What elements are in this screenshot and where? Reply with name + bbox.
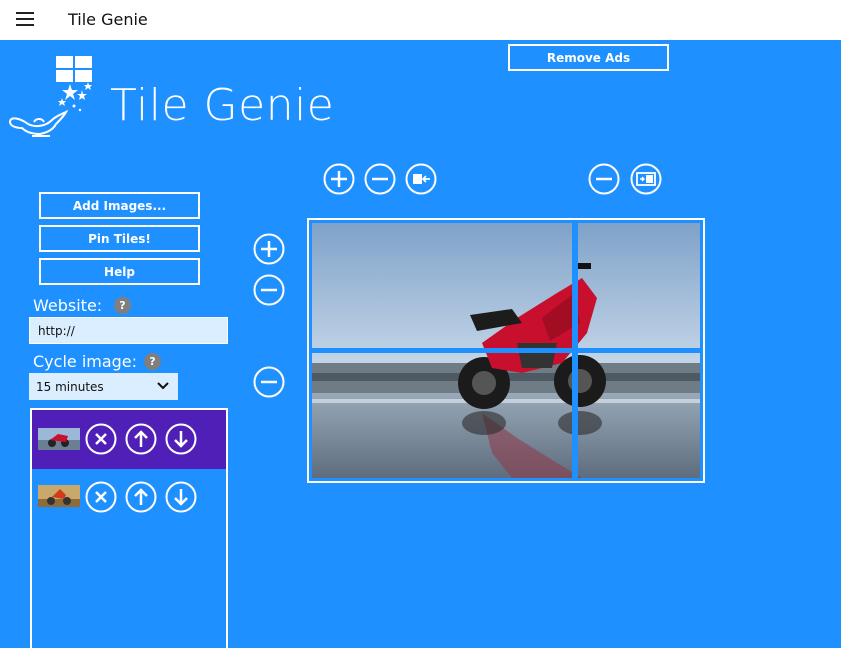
minus-circle-icon xyxy=(588,163,620,195)
expand-right-icon xyxy=(630,163,662,195)
pin-tiles-button[interactable]: Pin Tiles! xyxy=(39,225,200,252)
cycle-interval-value: 15 minutes xyxy=(36,379,104,394)
move-down-button[interactable] xyxy=(165,423,197,455)
delete-image-button[interactable] xyxy=(85,423,117,455)
tile-preview[interactable] xyxy=(307,218,705,483)
minus-circle-icon xyxy=(253,366,285,398)
x-circle-icon xyxy=(85,423,117,455)
add-images-button[interactable]: Add Images... xyxy=(39,192,200,219)
image-list[interactable] xyxy=(30,408,228,648)
chevron-down-icon xyxy=(157,382,169,390)
move-up-button[interactable] xyxy=(125,481,157,513)
hamburger-menu-icon[interactable] xyxy=(16,12,34,26)
shrink-left-icon xyxy=(405,163,437,195)
website-input[interactable] xyxy=(29,317,228,344)
remove-ads-button[interactable]: Remove Ads xyxy=(508,44,669,71)
shrink-left-button[interactable] xyxy=(405,163,437,195)
move-up-button[interactable] xyxy=(125,423,157,455)
remove-column-button[interactable] xyxy=(364,163,396,195)
list-item[interactable] xyxy=(32,469,226,528)
motorcycle-thumbnail xyxy=(38,428,80,450)
window-title: Tile Genie xyxy=(68,10,148,29)
plus-circle-icon xyxy=(323,163,355,195)
add-row-button[interactable] xyxy=(253,233,285,265)
title-bar: Tile Genie xyxy=(0,0,841,40)
website-label: Website: xyxy=(33,296,103,315)
x-circle-icon xyxy=(85,481,117,513)
motocross-thumbnail xyxy=(38,485,80,507)
tile-divider-horizontal[interactable] xyxy=(312,348,700,353)
arrow-down-circle-icon xyxy=(165,481,197,513)
cycle-help-icon[interactable]: ? xyxy=(144,353,161,370)
arrow-up-circle-icon xyxy=(125,423,157,455)
remove-right-column-button[interactable] xyxy=(588,163,620,195)
help-button[interactable]: Help xyxy=(39,258,200,285)
remove-bottom-row-button[interactable] xyxy=(253,366,285,398)
add-column-button[interactable] xyxy=(323,163,355,195)
arrow-up-circle-icon xyxy=(125,481,157,513)
brand-name: Tile Genie xyxy=(110,80,335,131)
move-down-button[interactable] xyxy=(165,481,197,513)
plus-circle-icon xyxy=(253,233,285,265)
cycle-image-label: Cycle image: xyxy=(33,352,138,371)
minus-circle-icon xyxy=(364,163,396,195)
remove-row-button[interactable] xyxy=(253,274,285,306)
delete-image-button[interactable] xyxy=(85,481,117,513)
website-help-icon[interactable]: ? xyxy=(114,297,131,314)
cycle-interval-select[interactable]: 15 minutes xyxy=(29,373,178,400)
expand-right-button[interactable] xyxy=(630,163,662,195)
list-item[interactable] xyxy=(32,410,226,469)
arrow-down-circle-icon xyxy=(165,423,197,455)
genie-lamp-logo xyxy=(6,54,104,140)
minus-circle-icon xyxy=(253,274,285,306)
